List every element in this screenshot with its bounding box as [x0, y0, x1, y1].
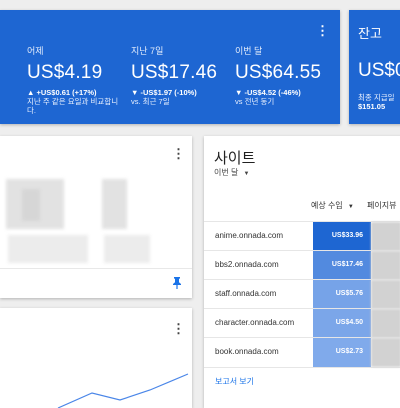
estimated-earnings-cell: US$4.50 [313, 309, 371, 338]
period-select[interactable]: 이번 달 ▼ [214, 167, 250, 178]
earnings-label: 이번 달 [235, 46, 263, 56]
table-row[interactable]: bbs2.onnada.com US$17.46 [204, 250, 400, 280]
sites-title: 사이트 [214, 150, 256, 167]
earnings-card: ⋮ 어제 US$4.19 ▲ +US$0.61 (+17%) 지난 주 같은 요… [0, 10, 340, 124]
site-name[interactable]: bbs2.onnada.com [215, 260, 279, 269]
sites-card: 사이트 이번 달 ▼ 예상 수입 ▼ 페이지뷰 anime.onnada.com… [204, 136, 400, 408]
blurred-stats-card: ⋮ [0, 136, 192, 298]
earnings-change: ▼ -US$4.52 (-46%) vs 전년 동기 [235, 88, 301, 106]
balance-title: 잔고 [358, 26, 382, 41]
earnings-this-month: 이번 달 US$64.55 ▼ -US$4.52 (-46%) vs 전년 동기 [235, 44, 335, 106]
earnings-yesterday: 어제 US$4.19 ▲ +US$0.61 (+17%) 지난 주 같은 요일과… [27, 44, 122, 115]
sort-arrow-icon: ▼ [347, 204, 354, 210]
chart-card: ⋮ [0, 308, 192, 408]
earnings-value: US$64.55 [235, 62, 322, 83]
earnings-more-icon[interactable]: ⋮ [316, 24, 329, 37]
blurred-pageviews [371, 222, 400, 251]
earnings-last7days: 지난 7일 US$17.46 ▼ -US$1.97 (-10%) vs. 최근 … [131, 44, 226, 106]
blurred-pageviews [371, 309, 400, 338]
earnings-value: US$4.19 [27, 62, 103, 83]
site-name[interactable]: book.onnada.com [215, 347, 279, 356]
site-name[interactable]: character.onnada.com [215, 318, 294, 327]
blurred-pageviews [371, 338, 400, 367]
blurred-value [8, 235, 88, 263]
trend-line [57, 373, 189, 408]
table-row[interactable]: staff.onnada.com US$5.76 [204, 279, 400, 309]
blurred-pageviews [371, 280, 400, 309]
estimated-earnings-cell: US$33.96 [313, 222, 371, 251]
earnings-label: 지난 7일 [131, 46, 164, 56]
blurred-value [22, 189, 40, 221]
blurred-pageviews [371, 251, 400, 280]
estimated-earnings-cell: US$2.73 [313, 338, 371, 367]
earnings-label: 어제 [27, 46, 44, 56]
estimated-earnings-cell: US$5.76 [313, 280, 371, 309]
period-select-value: 이번 달 [214, 168, 239, 177]
site-name[interactable]: staff.onnada.com [215, 289, 276, 298]
balance-card: 잔고 US$0.00 최종 지급일 $151.05 [349, 10, 400, 124]
balance-value: US$0.00 [358, 60, 400, 81]
earnings-change: ▼ -US$1.97 (-10%) vs. 최근 7일 [131, 88, 197, 106]
dropdown-arrow-icon: ▼ [243, 171, 250, 177]
table-row[interactable]: character.onnada.com US$4.50 [204, 308, 400, 338]
site-name[interactable]: anime.onnada.com [215, 231, 283, 240]
column-header-label: 예상 수입 [311, 201, 343, 210]
table-row[interactable]: anime.onnada.com US$33.96 [204, 221, 400, 251]
estimated-earnings-cell: US$17.46 [313, 251, 371, 280]
blurred-value [102, 179, 127, 229]
view-report-link[interactable]: 보고서 보기 [215, 376, 254, 387]
column-header-pageviews[interactable]: 페이지뷰 [367, 200, 396, 211]
blurred-value [104, 235, 150, 263]
earnings-value: US$17.46 [131, 62, 218, 83]
last-payment-amount: $151.05 [358, 102, 386, 111]
table-row[interactable]: book.onnada.com US$2.73 [204, 337, 400, 368]
card-more-icon[interactable]: ⋮ [172, 147, 185, 160]
column-header-estimated[interactable]: 예상 수입 ▼ [311, 200, 354, 211]
earnings-change: ▲ +US$0.61 (+17%) 지난 주 같은 요일과 비교합니다. [27, 88, 119, 115]
pin-icon[interactable] [172, 276, 182, 294]
